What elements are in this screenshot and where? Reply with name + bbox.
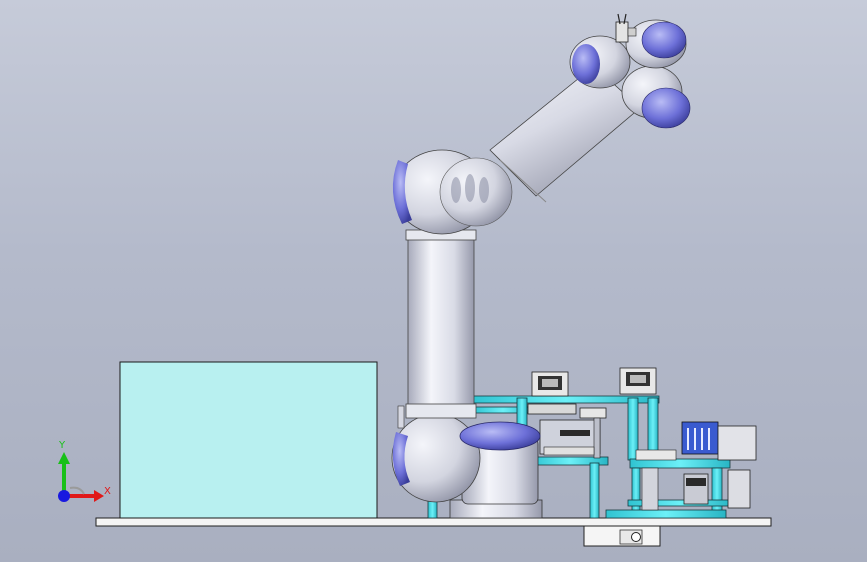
enclosure-box (119, 361, 378, 519)
cad-viewport[interactable]: Y X (0, 0, 867, 562)
coordinate-triad (58, 452, 104, 502)
rotation-arc (69, 486, 85, 495)
x-axis-arrowhead (94, 490, 104, 502)
wrist-joint-1 (569, 35, 631, 89)
top-sensor-mount-right (619, 367, 657, 395)
y-axis-label: Y (59, 440, 66, 451)
fixture-clamp (539, 407, 607, 459)
wrist-joint-2 (621, 65, 691, 129)
upper-arm-link (405, 229, 477, 419)
top-sensor-mount-left (527, 371, 577, 415)
forearm-link (489, 65, 641, 203)
x-axis-label: X (104, 486, 111, 497)
wrist-joint-3 (625, 19, 687, 69)
bottom-sensor-box (583, 525, 661, 547)
base-plate (95, 517, 772, 527)
z-axis-dot (58, 490, 70, 502)
y-axis-arrowhead (58, 452, 70, 464)
elbow-joint (392, 149, 513, 235)
robot-workcell-model[interactable] (0, 0, 867, 562)
